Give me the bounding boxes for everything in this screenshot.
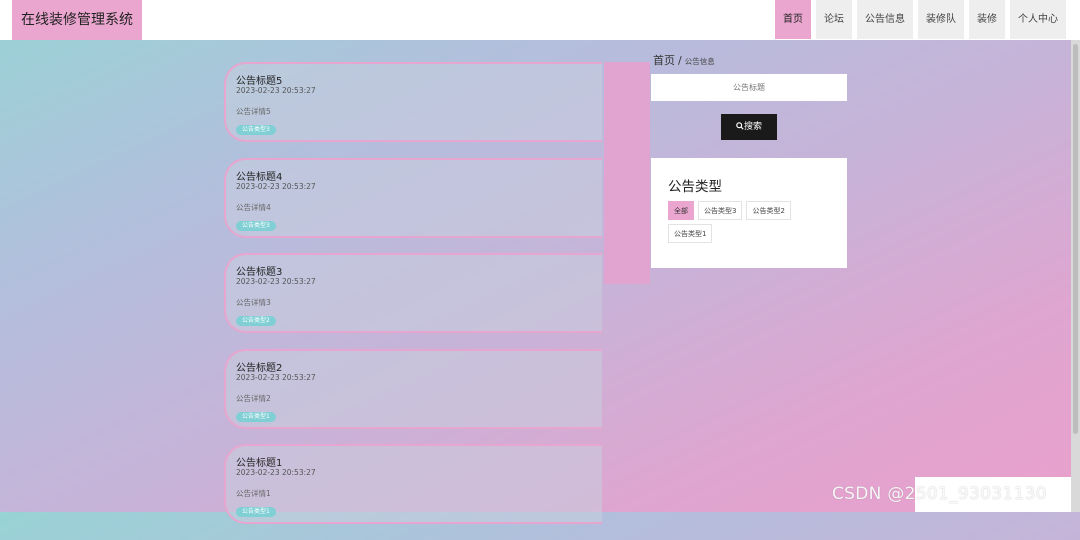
notice-detail: 公告详情3 [236,298,271,307]
notice-time: 2023-02-23 20:53:27 [236,86,316,95]
notice-type-panel: 公告类型 全部 公告类型3 公告类型2 公告类型1 [651,158,847,268]
notice-title[interactable]: 公告标题3 [236,263,282,278]
type-filter-2[interactable]: 公告类型2 [746,201,791,220]
notice-type-tag: 公告类型1 [236,507,276,517]
notice-detail: 公告详情1 [236,489,271,498]
notice-title[interactable]: 公告标题5 [236,72,282,87]
top-bar: 在线装修管理系统 首页 论坛 公告信息 装修队 装修 个人中心 [0,0,1080,40]
nav-decoration[interactable]: 装修 [969,0,1005,39]
notice-type-tag: 公告类型1 [236,411,276,422]
notice-type-tag: 公告类型3 [236,220,276,231]
search-button-label: 搜索 [743,122,762,132]
notice-time: 2023-02-23 20:53:27 [236,372,316,382]
top-blank-area [150,0,776,39]
breadcrumb-current: 公告信息 [684,57,715,66]
type-filter-1[interactable]: 公告类型1 [668,224,713,243]
search-icon [736,122,744,130]
nav-decoration-team[interactable]: 装修队 [918,0,964,39]
notice-title[interactable]: 公告标题2 [236,359,282,374]
notice-type-tag: 公告类型2 [236,316,276,326]
notice-list: 公告标题5 2023-02-23 20:53:27 公告详情5 公告类型3 公告… [224,62,602,540]
notice-time: 2023-02-23 20:53:27 [236,468,316,477]
watermark: CSDN @2501_93031130 [832,484,1047,504]
nav-forum[interactable]: 论坛 [816,0,852,39]
nav-notices[interactable]: 公告信息 [857,0,913,39]
app-logo-title[interactable]: 在线装修管理系统 [12,0,142,40]
notice-card[interactable]: 公告标题2 2023-02-23 20:53:27 公告详情2 公告类型1 [224,348,602,429]
breadcrumb: 首页 / 公告信息 [653,52,715,68]
search-button[interactable]: 搜索 [721,114,777,140]
type-filter-all[interactable]: 全部 [668,201,694,220]
notice-card[interactable]: 公告标题4 2023-02-23 20:53:27 公告详情4 公告类型3 [224,157,602,238]
main-nav: 首页 论坛 公告信息 装修队 装修 个人中心 [775,0,1066,40]
notice-type-tag: 公告类型3 [236,125,276,135]
breadcrumb-home[interactable]: 首页 [653,54,675,67]
nav-personal-center[interactable]: 个人中心 [1010,0,1066,39]
notice-card[interactable]: 公告标题3 2023-02-23 20:53:27 公告详情3 公告类型2 [224,253,602,333]
scrollbar-thumb[interactable] [1073,44,1078,434]
nav-home[interactable]: 首页 [775,0,811,39]
type-filter-group: 全部 公告类型3 公告类型2 公告类型1 [668,201,838,243]
notice-title-search-input[interactable] [651,74,847,101]
type-filter-3[interactable]: 公告类型3 [698,201,743,220]
breadcrumb-separator: / [678,54,682,67]
notice-title[interactable]: 公告标题1 [236,454,282,469]
notice-title[interactable]: 公告标题4 [236,168,282,183]
decorative-strip [604,62,650,284]
notice-time: 2023-02-23 20:53:27 [236,181,316,191]
notice-time: 2023-02-23 20:53:27 [236,277,316,286]
notice-detail: 公告详情2 [236,393,271,403]
notice-card[interactable]: 公告标题5 2023-02-23 20:53:27 公告详情5 公告类型3 [224,62,602,142]
notice-card[interactable]: 公告标题1 2023-02-23 20:53:27 公告详情1 公告类型1 [224,444,602,524]
type-panel-title: 公告类型 [668,179,722,195]
notice-detail: 公告详情5 [236,107,271,116]
notice-detail: 公告详情4 [236,202,271,212]
